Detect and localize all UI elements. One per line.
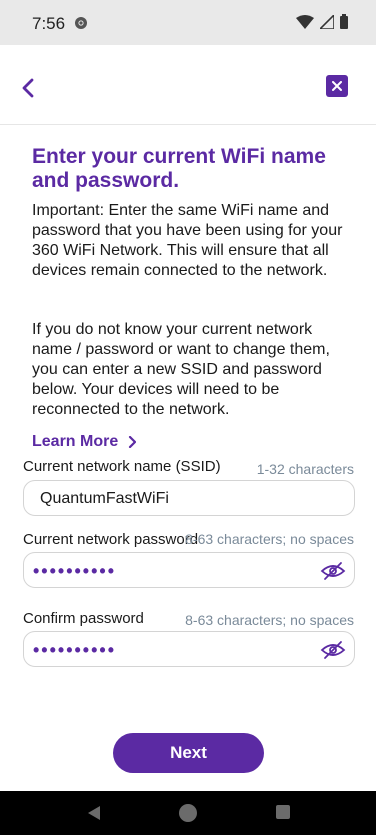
eye-off-icon: [320, 562, 346, 580]
signal-icon: [320, 14, 334, 29]
status-time: 7:56: [32, 14, 66, 33]
eye-off-icon: [320, 641, 346, 659]
next-button[interactable]: Next: [113, 733, 264, 773]
toggle-confirm-visibility[interactable]: [320, 638, 346, 662]
battery-icon: [340, 14, 348, 29]
close-button[interactable]: [326, 75, 348, 97]
important-paragraph: Important: Enter the same WiFi name and …: [32, 202, 343, 279]
system-nav-bar: [0, 791, 376, 835]
toggle-password-visibility[interactable]: [320, 559, 346, 583]
password-value: ••••••••••: [33, 561, 117, 581]
ssid-input[interactable]: QuantumFastWiFi: [23, 480, 355, 516]
learn-more-link[interactable]: Learn More: [32, 433, 137, 451]
page-title: Enter your current WiFi name and passwor…: [32, 145, 326, 192]
info-paragraph: If you do not know your current network …: [32, 321, 330, 418]
password-label: Current network password: [23, 531, 199, 548]
learn-more-label: Learn More: [32, 433, 119, 450]
confirm-password-input[interactable]: ••••••••••: [23, 631, 355, 667]
ssid-label: Current network name (SSID): [23, 458, 221, 475]
nav-back-icon[interactable]: [86, 805, 102, 821]
confirm-label: Confirm password: [23, 610, 144, 627]
confirm-value: ••••••••••: [33, 640, 117, 660]
ssid-value: QuantumFastWiFi: [40, 490, 169, 507]
status-icons: [296, 14, 348, 29]
wifi-icon: [296, 14, 314, 29]
chevron-right-icon: [129, 436, 137, 448]
nav-home-icon[interactable]: [179, 804, 197, 822]
confirm-hint: 8-63 characters; no spaces: [185, 612, 354, 628]
chevron-left-icon: [22, 78, 34, 98]
header: [0, 45, 376, 125]
nav-recent-icon[interactable]: [276, 805, 290, 819]
password-hint: 8-63 characters; no spaces: [185, 531, 354, 547]
ssid-hint: 1-32 characters: [256, 461, 354, 477]
chrome-icon: [75, 17, 87, 29]
password-input[interactable]: ••••••••••: [23, 552, 355, 588]
back-button[interactable]: [16, 75, 40, 101]
close-icon: [332, 81, 342, 91]
status-bar: 7:56: [0, 0, 376, 45]
